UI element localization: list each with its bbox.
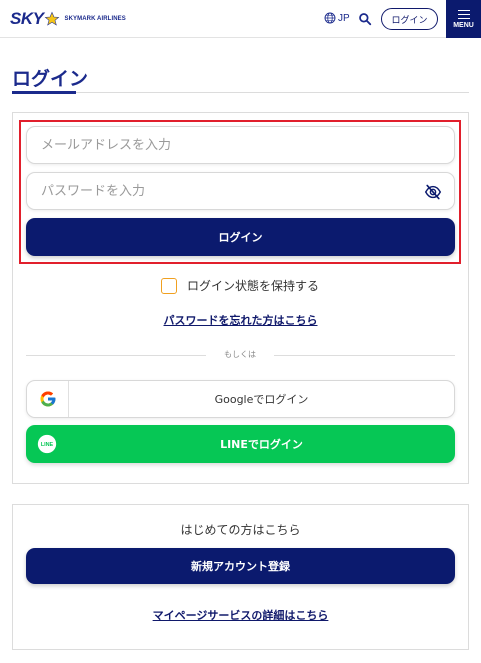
star-icon [45, 11, 60, 26]
google-login-button[interactable]: Googleでログイン [26, 380, 455, 418]
google-login-label: Googleでログイン [214, 393, 309, 406]
line-login-label: LINEでログイン [220, 438, 303, 451]
line-login-button[interactable]: LINE LINEでログイン [26, 425, 455, 463]
password-field[interactable] [27, 173, 454, 209]
language-selector[interactable]: JP [324, 12, 350, 24]
line-icon-text: LINE [41, 442, 54, 448]
remember-checkbox[interactable] [161, 277, 177, 294]
search-icon[interactable] [358, 12, 372, 26]
menu-button[interactable]: MENU [446, 0, 481, 38]
globe-icon [324, 12, 336, 24]
title-divider [12, 92, 469, 93]
first-time-heading: はじめての方はこちら [180, 523, 301, 537]
line-icon: LINE [37, 434, 57, 454]
skymark-logo[interactable]: SKY SKYMARK AIRLINES [10, 9, 126, 29]
language-label: JP [338, 12, 350, 24]
divider-line-right [274, 355, 455, 356]
email-field[interactable] [27, 127, 454, 163]
email-field-wrapper [26, 126, 455, 164]
mypage-details-link[interactable]: マイページサービスの詳細はこちら [0, 607, 481, 623]
logo-sky-text: SKY [10, 9, 44, 28]
hamburger-icon-line [457, 13, 470, 16]
page-title: ログイン [12, 68, 89, 90]
title-underline [12, 91, 76, 94]
google-icon-box [27, 381, 69, 417]
eye-slash-icon[interactable] [424, 184, 442, 200]
remember-label: ログイン状態を保持する [187, 279, 320, 293]
remember-me[interactable]: ログイン状態を保持する [161, 277, 319, 294]
register-button[interactable]: 新規アカウント登録 [26, 548, 455, 584]
menu-label: MENU [453, 22, 474, 30]
line-icon-box: LINE [26, 425, 68, 463]
divider-text: もしくは [224, 350, 256, 359]
header-login-button[interactable]: ログイン [381, 8, 438, 30]
hamburger-icon-line [457, 17, 470, 20]
google-icon [40, 391, 55, 407]
forgot-password-link[interactable]: パスワードを忘れた方はこちら [0, 312, 481, 328]
site-header: SKY SKYMARK AIRLINES JP ログイン MENU [0, 0, 481, 38]
divider-line-left [26, 355, 206, 356]
login-button[interactable]: ログイン [26, 218, 455, 256]
logo-subtext: SKYMARK AIRLINES [64, 16, 126, 22]
password-field-wrapper [26, 172, 455, 210]
hamburger-icon [457, 9, 470, 12]
